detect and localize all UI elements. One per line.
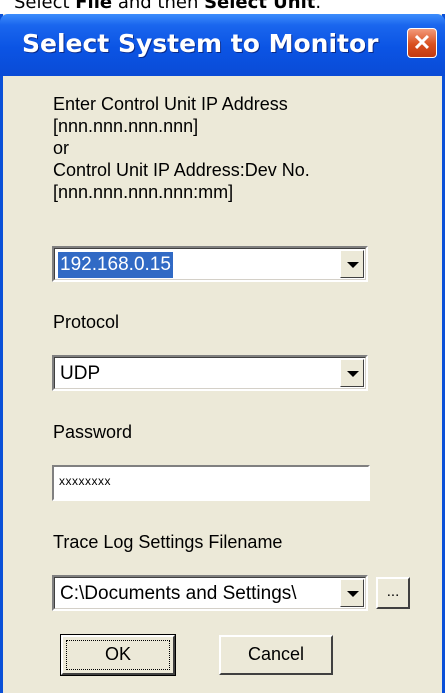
password-label: Password [53,422,133,442]
close-icon[interactable]: ✕ [407,28,437,58]
chevron-down-icon [347,262,359,268]
instruction-line-2: [nnn.nnn.nnn.nnn] [53,116,199,136]
caption-suffix: . [315,0,322,13]
caption-unit-word: Select Unit [204,0,316,13]
dialog-title: Select System to Monitor [22,29,379,58]
chevron-down-icon [347,371,359,377]
ok-button-label: OK [104,644,131,664]
instruction-line-4: Control Unit IP Address:Dev No. [53,160,310,180]
protocol-combo[interactable]: UDP [52,355,368,391]
caption-file-word: File [75,0,113,13]
caption-text: Select File and then Select Unit. [14,0,321,13]
protocol-value[interactable]: UDP [58,361,102,387]
trace-log-combo[interactable]: C:\Documents and Settings\ [52,575,368,611]
ip-address-combo-frame: 192.168.0.15 [54,248,366,280]
instruction-line-5: [nnn.nnn.nnn.nnn:mm] [53,182,234,202]
instruction-line-1: Enter Control Unit IP Address [53,94,288,114]
protocol-label: Protocol [53,312,120,332]
ip-dropdown-button[interactable] [340,250,364,278]
caption-strip: Select File and then Select Unit. [0,0,445,14]
trace-log-dropdown-button[interactable] [340,579,364,607]
trace-log-combo-frame: C:\Documents and Settings\ [54,577,366,609]
cancel-button-label: Cancel [247,644,305,664]
trace-log-label: Trace Log Settings Filename [53,532,283,552]
caption-prefix: Select [14,0,76,13]
cancel-button[interactable]: Cancel [219,635,333,675]
caption-middle: and then [112,0,205,13]
protocol-dropdown-button[interactable] [340,359,364,387]
protocol-combo-frame: UDP [54,357,366,389]
password-field[interactable]: xxxxxxxx [52,465,370,501]
browse-button-label: ... [386,583,400,600]
title-bar[interactable]: Select System to Monitor ✕ [0,14,445,76]
ok-button[interactable]: OK [60,634,176,676]
ip-address-value[interactable]: 192.168.0.15 [58,252,173,278]
select-system-dialog: Select System to Monitor ✕ Enter Control… [0,14,445,693]
browse-button[interactable]: ... [376,577,410,609]
ip-address-combo[interactable]: 192.168.0.15 [52,246,368,282]
instruction-line-3: or [53,138,70,158]
trace-log-value[interactable]: C:\Documents and Settings\ [58,581,339,607]
password-mask: xxxxxxxx [59,474,111,488]
chevron-down-icon [347,591,359,597]
